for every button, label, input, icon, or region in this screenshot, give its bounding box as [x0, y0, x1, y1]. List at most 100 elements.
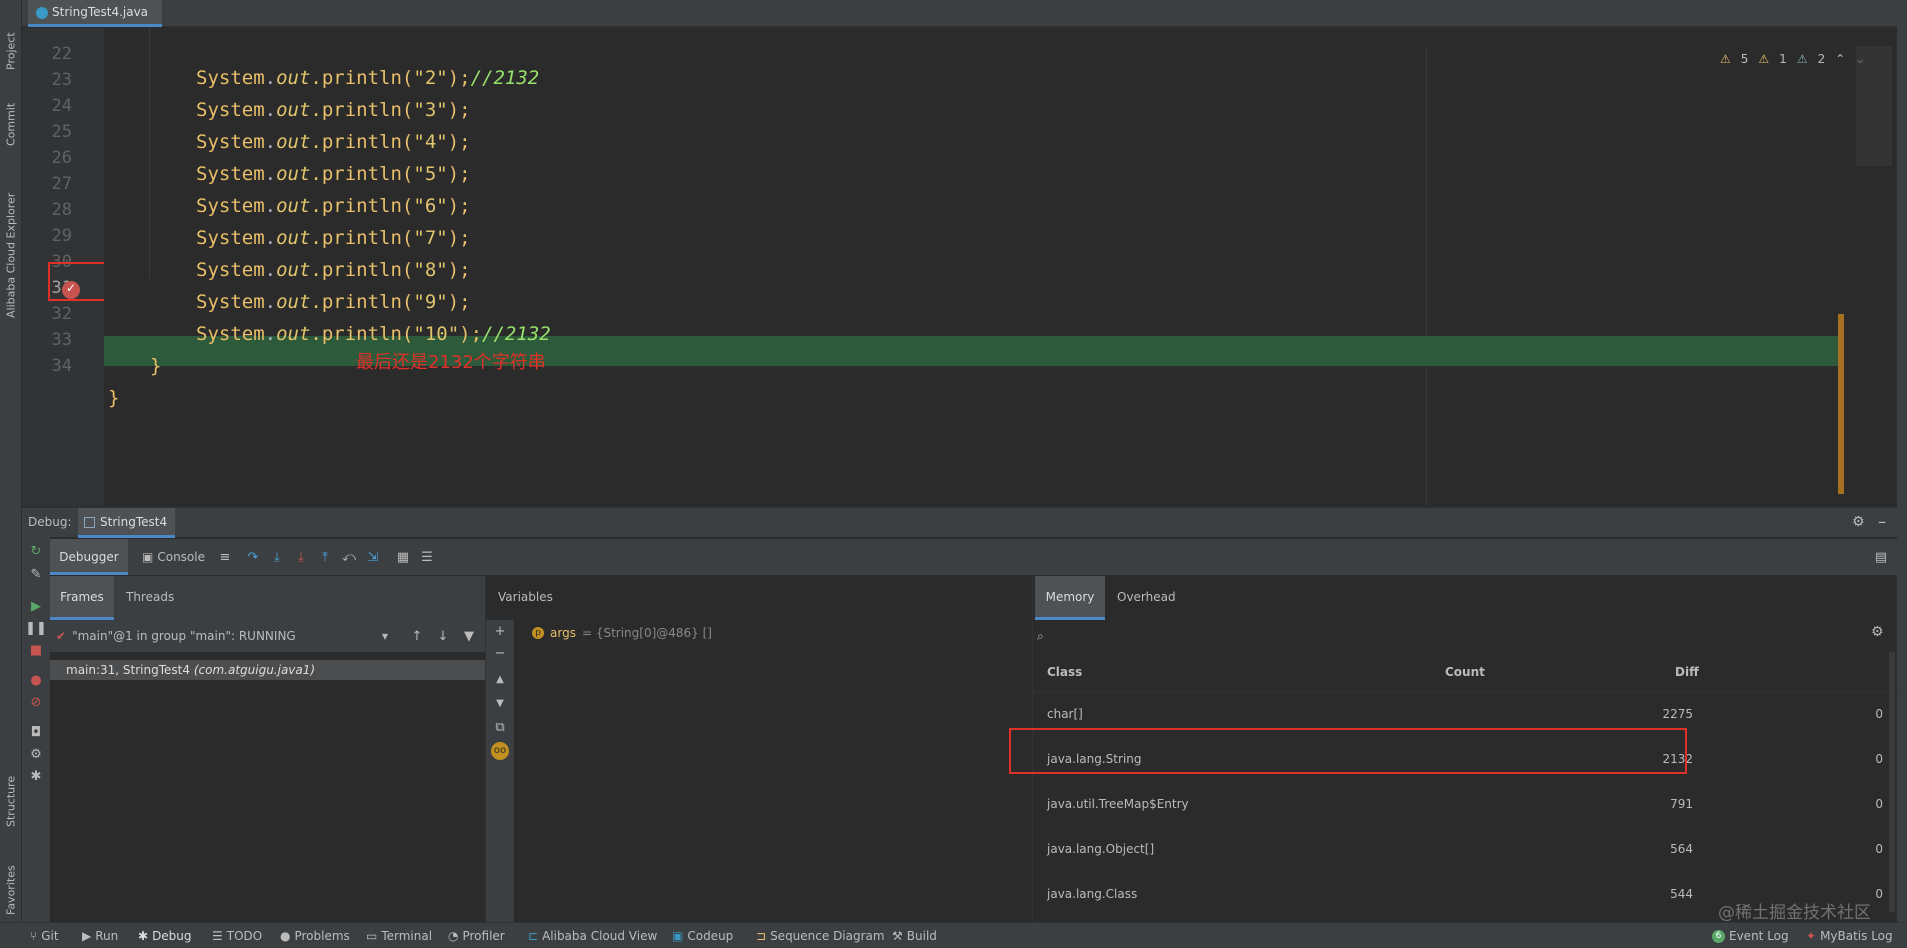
column-count[interactable]: Count — [1445, 665, 1485, 679]
terminal-icon: ▭ — [366, 929, 378, 943]
view-breakpoints-icon[interactable]: ● — [27, 671, 45, 689]
memory-tab[interactable]: Memory — [1035, 576, 1105, 620]
event-log-button[interactable]: 6 Event Log — [1712, 929, 1789, 943]
minimize-icon[interactable]: – — [1878, 512, 1886, 531]
drop-frame-icon[interactable]: ⤺ — [340, 548, 358, 566]
trace-stream-icon[interactable]: ☰ — [418, 548, 436, 566]
run-button[interactable]: ▶ Run — [82, 929, 118, 943]
run-to-cursor-icon[interactable]: ⇲ — [364, 548, 382, 566]
memory-scrollbar[interactable] — [1889, 652, 1895, 912]
step-into-icon[interactable]: ⤓ — [268, 548, 286, 566]
sequence-diagram-button[interactable]: ⊐ Sequence Diagram — [756, 929, 885, 943]
todo-button[interactable]: ☰ TODO — [212, 929, 262, 943]
minimap[interactable] — [1856, 46, 1892, 166]
codeup-button[interactable]: ▣ Codeup — [672, 929, 733, 943]
frames-tab[interactable]: Frames — [50, 576, 114, 620]
debug-session-tab[interactable]: StringTest4 — [78, 508, 176, 538]
camera-icon[interactable]: ◘ — [27, 723, 45, 741]
run-icon: ▶ — [82, 929, 92, 943]
profiler-button[interactable]: ◔ Profiler — [448, 929, 505, 943]
mybatis-log-button[interactable]: ✦ MyBatis Log — [1806, 929, 1893, 943]
gear-icon[interactable]: ⚙ — [27, 745, 45, 763]
terminal-button[interactable]: ▭ Terminal — [366, 929, 432, 943]
line-number: 26 — [51, 148, 72, 168]
stop-icon[interactable]: ■ — [27, 641, 45, 659]
commit-tool-button[interactable]: Commit — [0, 90, 22, 146]
step-out-icon[interactable]: ⤒ — [316, 548, 334, 566]
project-tool-button[interactable]: Project — [0, 8, 22, 70]
settings-gear-icon[interactable]: ⚙ — [1852, 514, 1865, 530]
debug-button[interactable]: ✱ Debug — [138, 929, 192, 943]
evaluate-expression-icon[interactable]: ▦ — [394, 548, 412, 566]
column-diff[interactable]: Diff — [1675, 665, 1699, 679]
problems-button[interactable]: ● Problems — [280, 929, 350, 943]
debug-label: Debug: — [28, 515, 72, 529]
copy-icon[interactable]: ⧉ — [491, 718, 509, 736]
event-log-badge: 6 — [1712, 929, 1725, 943]
memory-settings-gear-icon[interactable]: ⚙ — [1871, 624, 1884, 640]
java-file-icon — [36, 7, 48, 19]
variables-title: Variables — [498, 590, 553, 604]
memory-pane: Memory Overhead ⌕ ⚙ Class Count Diff cha… — [1009, 576, 1898, 922]
wrench-icon[interactable]: ✎ — [27, 565, 45, 583]
line-number: 33 — [51, 330, 72, 350]
debug-header: Debug: StringTest4 ⚙ – — [22, 507, 1897, 538]
right-margin-guide — [1426, 46, 1427, 506]
line-number: 34 — [51, 356, 72, 376]
code-line-27: System.out.println("7"); — [196, 227, 471, 249]
favorites-tool-button[interactable]: Favorites — [0, 845, 22, 915]
code-line-31: } — [150, 355, 162, 377]
layout-icon[interactable]: ▤ — [1872, 548, 1890, 566]
inspection-widget[interactable]: ⚠5 ⚠1 ⚠2 ⌃ ⌄ — [1720, 52, 1865, 66]
force-step-into-icon[interactable]: ⤓ — [292, 548, 310, 566]
arrow-up-icon[interactable]: ↑ — [408, 627, 426, 645]
table-row[interactable]: java.lang.Object[] 564 0 — [1033, 828, 1898, 873]
column-class[interactable]: Class — [1047, 665, 1082, 679]
thread-select[interactable]: ✔ "main"@1 in group "main": RUNNING ▾ — [56, 624, 396, 648]
mybatis-bird-icon: ✦ — [1806, 929, 1817, 943]
remove-icon[interactable]: − — [491, 644, 509, 662]
rerun-icon[interactable]: ↻ — [27, 542, 45, 560]
editor-tab-stringtest4[interactable]: StringTest4.java — [28, 0, 163, 27]
code-line-24: System.out.println("4"); — [196, 131, 471, 153]
git-button[interactable]: ⑂ Git — [30, 929, 59, 943]
alibaba-cloud-explorer-tool-button[interactable]: Alibaba Cloud Explorer — [0, 168, 22, 318]
chevron-up-icon[interactable]: ⌃ — [1835, 52, 1845, 66]
scrollbar-thumb[interactable] — [1838, 314, 1844, 494]
variable-row-args[interactable]: p args = {String[0]@486} [] — [532, 626, 712, 640]
step-over-icon[interactable]: ↷ — [244, 548, 262, 566]
filter-icon[interactable]: ▼ — [460, 627, 478, 645]
move-down-icon[interactable]: ▼ — [491, 694, 509, 712]
profiler-icon: ◔ — [448, 929, 459, 943]
code-line-26: System.out.println("6"); — [196, 195, 471, 217]
overhead-tab[interactable]: Overhead — [1117, 576, 1176, 620]
alibaba-cloud-view-button[interactable]: ⊏ Alibaba Cloud View — [528, 929, 657, 943]
mute-breakpoints-icon[interactable]: ⊘ — [27, 693, 45, 711]
annotation-text: 最后还是2132个字符串 — [356, 352, 546, 373]
move-up-icon[interactable]: ▲ — [491, 670, 509, 688]
console-tab[interactable]: ▣ Console — [142, 539, 205, 575]
code-editor[interactable]: System.out.println("2");//2132 System.ou… — [104, 28, 1897, 506]
pin-icon[interactable]: ✱ — [27, 767, 45, 785]
structure-tool-button[interactable]: Structure — [0, 755, 22, 827]
parameter-icon: p — [532, 627, 544, 639]
add-watch-icon[interactable]: + — [491, 622, 509, 640]
line-number: 22 — [51, 44, 72, 64]
watch-glasses-icon[interactable]: oo — [491, 742, 509, 760]
resume-icon[interactable]: ▶ — [27, 597, 45, 615]
pause-icon[interactable]: ❚❚ — [25, 619, 47, 637]
memory-search-input[interactable] — [1047, 628, 1828, 644]
hammer-icon: ⚒ — [892, 929, 903, 943]
memory-search[interactable]: ⌕ — [1037, 626, 1857, 646]
build-button[interactable]: ⚒ Build — [892, 929, 937, 943]
frame-row-selected[interactable]: main:31, StringTest4 (com.atguigu.java1) — [50, 660, 485, 680]
show-frames-icon[interactable]: ≡ — [216, 548, 234, 566]
debugger-tab[interactable]: Debugger — [50, 539, 128, 575]
threads-tab[interactable]: Threads — [126, 576, 174, 620]
table-row[interactable]: java.util.TreeMap$Entry 791 0 — [1033, 783, 1898, 828]
git-icon: ⑂ — [30, 929, 38, 943]
line-number: 23 — [51, 70, 72, 90]
arrow-down-icon[interactable]: ↓ — [434, 627, 452, 645]
line-number: 32 — [51, 304, 72, 324]
list-icon: ☰ — [212, 929, 223, 943]
